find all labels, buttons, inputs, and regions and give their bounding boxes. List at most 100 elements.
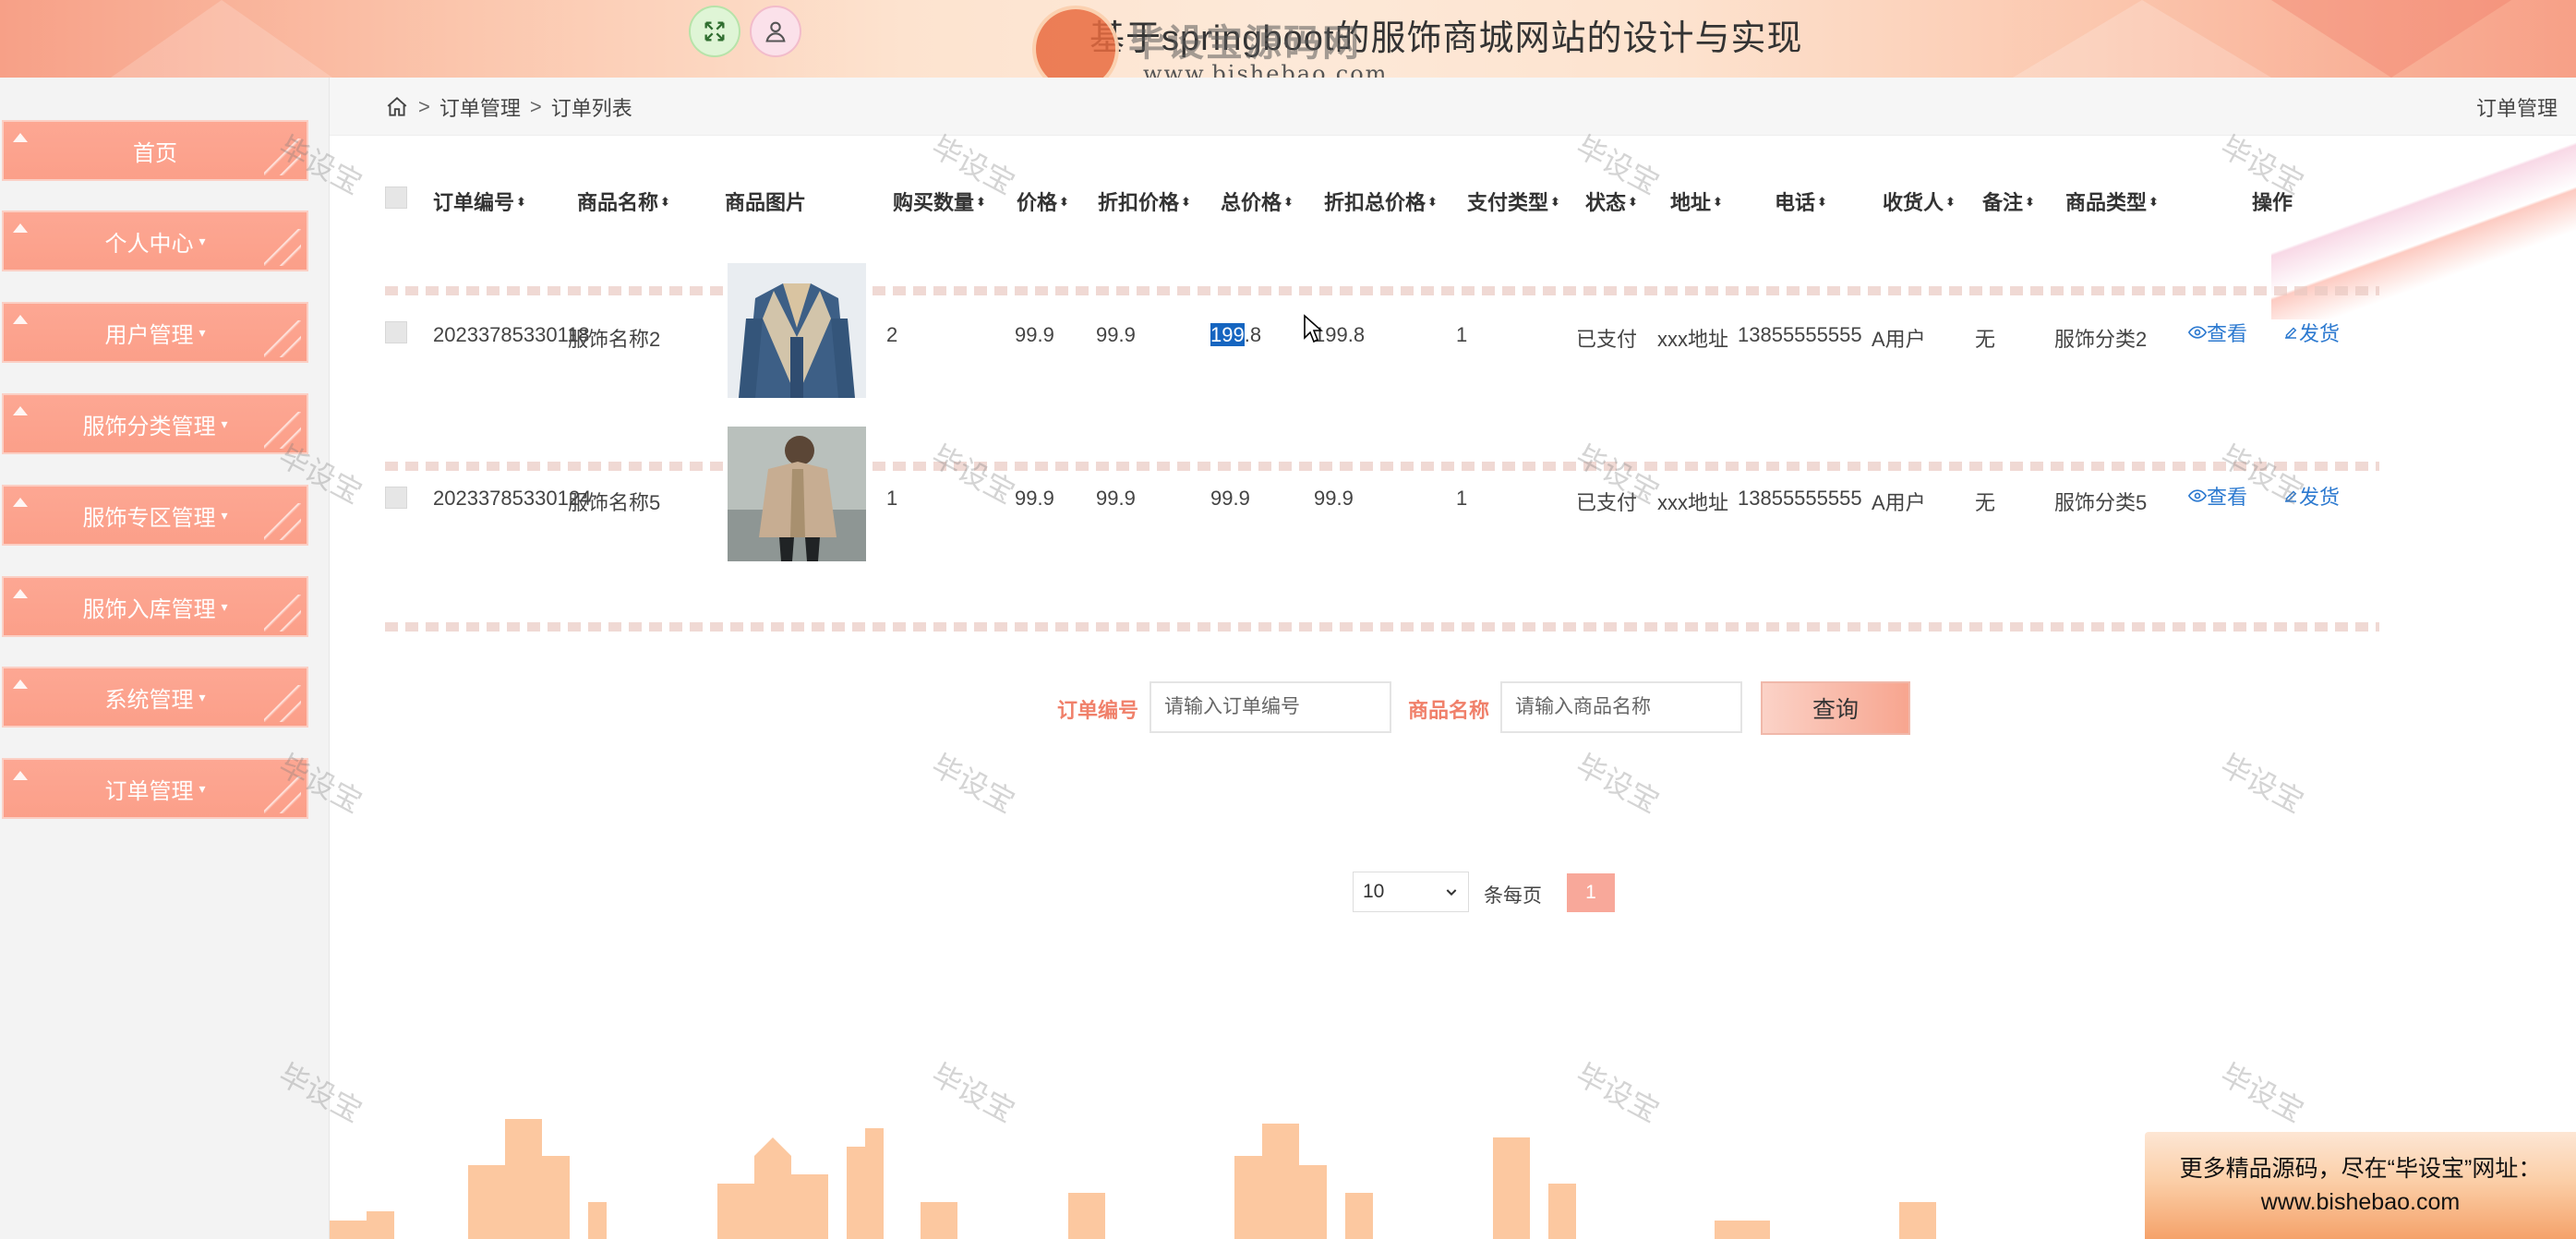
- sort-icon[interactable]: ⬍: [1181, 196, 1191, 208]
- sort-icon[interactable]: ⬍: [1059, 196, 1069, 208]
- promo-line-2: www.bishebao.com: [2260, 1189, 2461, 1215]
- goods-name-search-input[interactable]: [1500, 681, 1742, 733]
- sort-icon[interactable]: ⬍: [1550, 196, 1560, 208]
- column-header-address[interactable]: 地址 ⬍: [1670, 186, 1723, 216]
- column-header-discount-price[interactable]: 折扣价格 ⬍: [1098, 186, 1191, 216]
- view-button[interactable]: 查看: [2188, 318, 2247, 347]
- column-header-discount-total[interactable]: 折扣总价格 ⬍: [1324, 186, 1438, 216]
- page-title: 订单管理: [2475, 97, 2558, 120]
- cell-price: 99.9: [1015, 323, 1054, 346]
- cell-status: 已支付: [1576, 491, 1638, 514]
- breadcrumb-order-management[interactable]: 订单管理: [439, 92, 521, 122]
- cell-total-price: 99.9: [1210, 487, 1250, 511]
- sidebar-item-order-management[interactable]: 订单管理 ▾: [2, 758, 308, 819]
- table-row[interactable]: 20233785330118 服饰名称2 2 99.9 99.9 199.8 1…: [385, 222, 2416, 398]
- column-header-label: 电话: [1775, 191, 1816, 214]
- column-header-goods-type[interactable]: 商品类型 ⬍: [2065, 186, 2159, 216]
- mouse-cursor-icon: [1304, 314, 1323, 343]
- logo-text: 毕设宝源码网: [1128, 23, 1361, 64]
- eye-icon: [2188, 326, 2207, 339]
- column-header-label: 商品名称: [577, 191, 659, 214]
- sort-icon[interactable]: ⬍: [516, 196, 526, 208]
- sidebar-item-label: 系统管理: [104, 687, 194, 713]
- header-decoration: [2013, 0, 2271, 78]
- sidebar-item-home[interactable]: 首页: [2, 120, 308, 181]
- goods-image[interactable]: [728, 263, 866, 398]
- goods-image[interactable]: [728, 427, 866, 561]
- sort-icon[interactable]: ⬍: [1817, 196, 1827, 208]
- column-header-goods-image: 商品图片: [725, 186, 806, 216]
- header-decoration: [111, 0, 332, 78]
- order-no-search-input[interactable]: [1150, 681, 1391, 733]
- cell-pay-type: 1: [1456, 487, 1468, 510]
- row-checkbox[interactable]: [385, 487, 407, 509]
- cell-goods-name: 服饰名称2: [568, 328, 661, 351]
- view-button[interactable]: 查看: [2188, 481, 2247, 511]
- select-all-checkbox[interactable]: [385, 186, 407, 209]
- sidebar-item-user-management[interactable]: 用户管理 ▾: [2, 302, 308, 363]
- row-checkbox[interactable]: [385, 321, 407, 343]
- fullscreen-button[interactable]: [689, 6, 740, 57]
- expand-icon: [704, 21, 725, 42]
- watermark-logo: 毕设宝源码网 www.bishebao.com: [1032, 6, 1386, 78]
- column-header-label: 状态: [1585, 191, 1627, 214]
- sidebar-item-system-management[interactable]: 系统管理 ▾: [2, 667, 308, 728]
- order-no-label: 订单编号: [1057, 699, 1139, 722]
- page-button-current[interactable]: 1: [1567, 873, 1615, 912]
- edit-icon: [2285, 490, 2297, 502]
- column-header-pay-type[interactable]: 支付类型 ⬍: [1467, 186, 1560, 216]
- breadcrumb-separator: >: [418, 95, 430, 118]
- ship-label: 发货: [2299, 486, 2341, 509]
- column-header-label: 支付类型: [1467, 191, 1549, 214]
- chevron-down-icon: ▾: [221, 507, 228, 523]
- sort-icon[interactable]: ⬍: [1628, 196, 1638, 208]
- table-row[interactable]: 20233785330124 服饰名称5 1 99.9 99.9 99.9 99…: [385, 385, 2416, 561]
- home-icon[interactable]: [385, 95, 409, 119]
- user-profile-button[interactable]: [750, 6, 801, 57]
- sort-icon[interactable]: ⬍: [2149, 196, 2159, 208]
- column-header-remark[interactable]: 备注 ⬍: [1982, 186, 2035, 216]
- column-header-label: 订单编号: [433, 191, 515, 214]
- cell-remark: 无: [1975, 491, 1996, 514]
- sidebar-item-category-management[interactable]: 服饰分类管理 ▾: [2, 393, 308, 454]
- column-header-label: 总价格: [1221, 191, 1282, 214]
- promo-banner[interactable]: 更多精品源码，尽在“毕设宝”网址： www.bishebao.com: [2145, 1132, 2576, 1239]
- sidebar-item-personal-center[interactable]: 个人中心 ▾: [2, 211, 308, 271]
- sort-icon[interactable]: ⬍: [660, 196, 670, 208]
- sort-icon[interactable]: ⬍: [1713, 196, 1723, 208]
- cell-receiver: A用户: [1872, 328, 1926, 351]
- column-header-order-no[interactable]: 订单编号 ⬍: [433, 186, 526, 216]
- column-header-quantity[interactable]: 购买数量 ⬍: [893, 186, 986, 216]
- column-header-receiver[interactable]: 收货人 ⬍: [1883, 186, 1956, 216]
- sort-icon[interactable]: ⬍: [1427, 196, 1438, 208]
- sidebar-item-zone-management[interactable]: 服饰专区管理 ▾: [2, 485, 308, 546]
- column-header-total-price[interactable]: 总价格 ⬍: [1221, 186, 1294, 216]
- ship-button[interactable]: 发货: [2282, 318, 2340, 347]
- sort-icon[interactable]: ⬍: [1945, 196, 1956, 208]
- text-selection: 199: [1210, 323, 1245, 346]
- query-button[interactable]: 查询: [1761, 681, 1910, 735]
- page-size-select[interactable]: 10: [1353, 872, 1469, 912]
- sort-icon[interactable]: ⬍: [976, 196, 986, 208]
- view-label: 查看: [2207, 322, 2248, 345]
- cell-discount-price: 99.9: [1096, 487, 1136, 510]
- column-header-price[interactable]: 价格 ⬍: [1017, 186, 1069, 216]
- cell-total-price: 199.8: [1210, 323, 1261, 347]
- page-size-value: 10: [1363, 881, 1385, 902]
- column-header-phone[interactable]: 电话 ⬍: [1775, 186, 1827, 216]
- cell-pay-type: 1: [1456, 323, 1468, 346]
- ship-button[interactable]: 发货: [2282, 481, 2340, 511]
- sort-icon[interactable]: ⬍: [2025, 196, 2035, 208]
- column-header-label: 操作: [2252, 191, 2293, 214]
- chevron-down-icon: ▾: [221, 415, 228, 431]
- sidebar-item-label: 服饰入库管理: [82, 596, 216, 622]
- eye-icon: [2188, 489, 2207, 502]
- watermark-text: 毕设宝: [2215, 748, 2309, 820]
- cell-status: 已支付: [1576, 328, 1638, 351]
- column-header-goods-name[interactable]: 商品名称 ⬍: [577, 186, 670, 216]
- cell-goods-type: 服饰分类5: [2054, 491, 2148, 514]
- sort-icon[interactable]: ⬍: [1283, 196, 1294, 208]
- cell-goods-name: 服饰名称5: [568, 491, 661, 514]
- column-header-status[interactable]: 状态 ⬍: [1585, 186, 1638, 216]
- sidebar-item-stock-management[interactable]: 服饰入库管理 ▾: [2, 576, 308, 637]
